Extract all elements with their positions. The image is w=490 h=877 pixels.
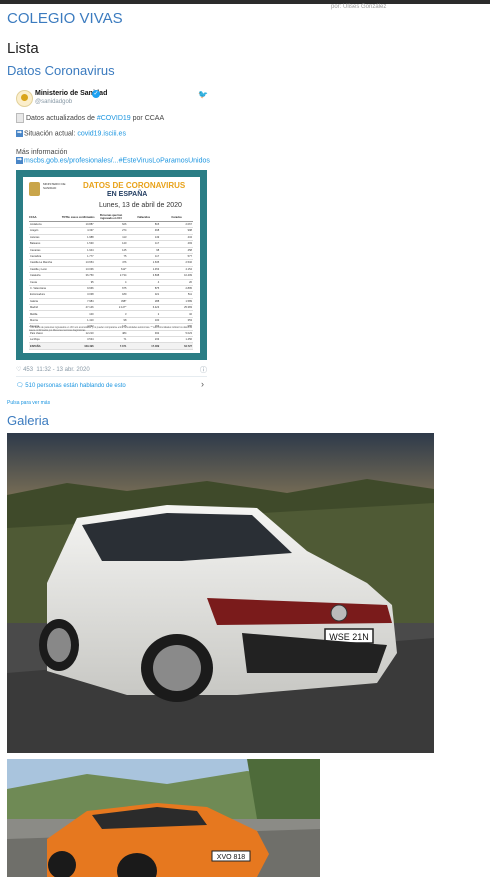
tweet-text: Datos actualizados de xyxy=(26,114,97,122)
like-count[interactable]: 453 xyxy=(23,367,33,373)
table-cell: 17.489 xyxy=(127,342,161,350)
table-cell: 169.496 xyxy=(61,342,95,350)
account-handle[interactable]: @sanidadgob xyxy=(35,99,72,105)
table-cell: ESPAÑA xyxy=(29,342,62,350)
tweet-meta: ♡ 453 11:32 - 13 abr. 2020 xyxy=(16,366,90,373)
table-notes: * Los datos de pacientes ingresados en U… xyxy=(29,327,193,332)
gallery-photo-white-car: WSE 21N xyxy=(7,433,434,753)
ministry-link[interactable]: mscbs.gob.es/profesionales/... xyxy=(24,157,119,164)
infographic-date: Lunes, 13 de abril de 2020 xyxy=(99,202,182,209)
account-avatar[interactable] xyxy=(16,90,33,107)
tweet-line-4: ➡ mscbs.gob.es/profesionales/...#EsteViru… xyxy=(16,157,210,164)
embedded-tweet[interactable]: Ministerio de Sanidad ✓ @sanidadgob 🐦 Da… xyxy=(8,82,214,394)
page-title: COLEGIO VIVAS xyxy=(7,10,123,27)
top-bar xyxy=(0,0,490,4)
hashtag-link[interactable]: #COVID19 xyxy=(97,115,131,122)
section-heading-galeria: Galeria xyxy=(7,413,49,428)
tweet-text: por CCAA xyxy=(130,114,165,122)
table-header: TOTAL casos confirmados xyxy=(61,213,95,222)
covid-site-link[interactable]: covid19.isciii.es xyxy=(77,130,126,137)
license-plate-orange: XVO 818 xyxy=(217,854,246,861)
table-cell: 7.371 xyxy=(94,342,128,350)
infographic-subtitle: EN ESPAÑA xyxy=(107,191,148,198)
table-cell: 64.727 xyxy=(160,342,193,350)
heart-icon[interactable]: ♡ xyxy=(16,367,21,373)
verified-badge-icon: ✓ xyxy=(92,90,100,98)
table-header: Personas que han ingresado en UCI xyxy=(94,213,128,222)
chevron-right-icon[interactable]: › xyxy=(201,379,204,389)
table-header: Fallecidos xyxy=(127,213,161,222)
table-row: ESPAÑA 169.496 7.371 17.489 64.727 xyxy=(29,342,193,350)
infographic-title: DATOS DE CORONAVIRUS xyxy=(83,181,186,190)
comment-icon: 🗨 xyxy=(16,383,24,389)
divider xyxy=(16,376,207,377)
arrow-right-icon: ➡ xyxy=(16,130,23,137)
section-title-lista: Lista xyxy=(7,40,39,57)
section-heading-datos: Datos Coronavirus xyxy=(7,63,115,78)
hashtag-link[interactable]: #EsteVirusLoParamosUnidos xyxy=(119,157,210,164)
gallery-photo-orange-car: XVO 818 xyxy=(7,759,320,877)
conversation-text: 510 personas están hablando de esto xyxy=(25,383,126,389)
tweet-timestamp[interactable]: 11:32 - 13 abr. 2020 xyxy=(36,367,89,373)
tweet-line-2: ➡ Situación actual: covid19.isciii.es xyxy=(16,130,126,137)
page-icon xyxy=(16,113,24,123)
infographic: MINISTERIO DE SANIDAD DATOS DE CORONAVIR… xyxy=(23,177,200,353)
tweet-line-3: Más información xyxy=(16,149,68,156)
tweet-line-1: Datos actualizados de #COVID19 por CCAA xyxy=(16,113,164,123)
tweet-image[interactable]: MINISTERIO DE SANIDAD DATOS DE CORONAVIR… xyxy=(16,170,207,360)
ministry-label: MINISTERIO DE SANIDAD xyxy=(43,182,66,190)
arrow-right-icon: ➡ xyxy=(16,157,23,164)
twitter-bird-icon[interactable]: 🐦 xyxy=(198,90,208,99)
see-more-link[interactable]: Pulsa para ver más xyxy=(7,400,50,406)
author-credit: por: Ulises González xyxy=(331,4,387,10)
tweet-text: Situación actual: xyxy=(24,130,78,138)
conversation-link[interactable]: 🗨 510 personas están hablando de esto xyxy=(16,382,126,389)
license-plate-white: WSE 21N xyxy=(329,632,369,642)
table-header: CCAA xyxy=(29,213,62,222)
coat-of-arms-icon xyxy=(29,182,40,196)
info-icon[interactable]: ⓘ xyxy=(200,365,207,375)
table-header: Curados xyxy=(160,213,193,222)
